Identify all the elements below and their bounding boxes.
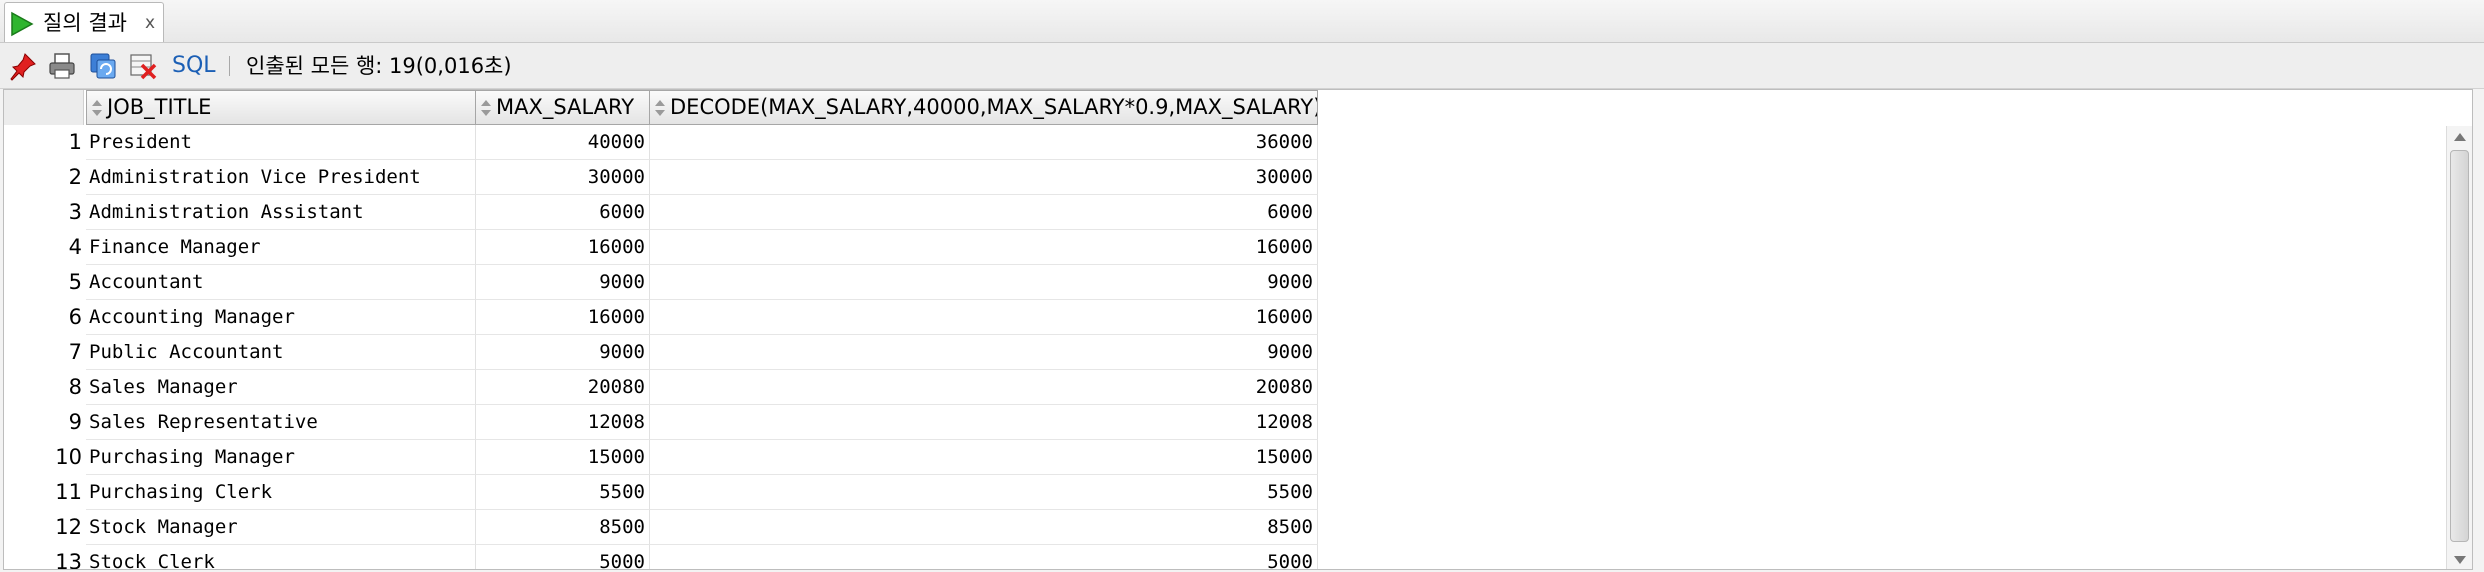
table-row[interactable]: 5 Accountant 9000 9000 — [4, 265, 1318, 300]
row-number: 13 — [55, 550, 82, 570]
cell-max-salary[interactable]: 40000 — [476, 125, 650, 160]
cell-job-title[interactable]: Accountant — [86, 265, 476, 300]
cell-decode[interactable]: 30000 — [650, 160, 1318, 195]
cell-decode[interactable]: 15000 — [650, 440, 1318, 475]
row-number: 5 — [68, 270, 82, 294]
column-header-job-title[interactable]: JOB_TITLE — [86, 90, 476, 125]
refresh-icon[interactable] — [88, 51, 118, 81]
cell-decode[interactable]: 36000 — [650, 125, 1318, 160]
cell-max-salary[interactable]: 8500 — [476, 510, 650, 545]
result-grid[interactable]: JOB_TITLE MAX_SALARY DECODE(MAX_SALARY,4… — [3, 89, 2473, 570]
tab-title: 질의 결과 — [43, 11, 127, 35]
row-number: 11 — [55, 480, 82, 504]
column-header-label: JOB_TITLE — [107, 95, 212, 119]
sort-icon — [481, 100, 491, 116]
row-number: 6 — [68, 305, 82, 329]
row-number: 3 — [68, 200, 82, 224]
cell-max-salary[interactable]: 9000 — [476, 265, 650, 300]
table-row[interactable]: 6 Accounting Manager 16000 16000 — [4, 300, 1318, 335]
cell-max-salary[interactable]: 9000 — [476, 335, 650, 370]
row-number-header — [4, 90, 84, 125]
close-icon[interactable]: x — [145, 9, 155, 37]
scroll-up-icon[interactable] — [2453, 132, 2467, 142]
cell-decode[interactable]: 9000 — [650, 265, 1318, 300]
row-number: 8 — [68, 375, 82, 399]
cell-decode[interactable]: 16000 — [650, 230, 1318, 265]
tab-bar: 질의 결과 x — [0, 0, 2484, 43]
column-header-max-salary[interactable]: MAX_SALARY — [476, 90, 650, 125]
row-number: 12 — [55, 515, 82, 539]
cell-max-salary[interactable]: 12008 — [476, 405, 650, 440]
grid-header: JOB_TITLE MAX_SALARY DECODE(MAX_SALARY,4… — [4, 90, 1318, 125]
vertical-scrollbar[interactable] — [2446, 126, 2472, 569]
toolbar-separator — [229, 56, 230, 76]
pin-icon[interactable] — [8, 51, 38, 81]
cell-decode[interactable]: 9000 — [650, 335, 1318, 370]
row-number: 4 — [68, 235, 82, 259]
cell-decode[interactable]: 12008 — [650, 405, 1318, 440]
table-row[interactable]: 3 Administration Assistant 6000 6000 — [4, 195, 1318, 230]
tab-query-result[interactable]: 질의 결과 x — [4, 2, 164, 42]
cell-job-title[interactable]: Accounting Manager — [86, 300, 476, 335]
cell-job-title[interactable]: Purchasing Manager — [86, 440, 476, 475]
cell-job-title[interactable]: Public Accountant — [86, 335, 476, 370]
table-row[interactable]: 1 President 40000 36000 — [4, 125, 1318, 160]
row-number: 9 — [68, 410, 82, 434]
fetch-status: 인출된 모든 행: 19(0,016초) — [246, 54, 512, 78]
scroll-down-icon[interactable] — [2453, 555, 2467, 565]
cell-decode[interactable]: 5000 — [650, 545, 1318, 569]
cell-max-salary[interactable]: 16000 — [476, 300, 650, 335]
cell-max-salary[interactable]: 6000 — [476, 195, 650, 230]
cell-decode[interactable]: 8500 — [650, 510, 1318, 545]
table-row[interactable]: 12 Stock Manager 8500 8500 — [4, 510, 1318, 545]
cell-max-salary[interactable]: 30000 — [476, 160, 650, 195]
sort-icon — [92, 100, 102, 116]
cell-job-title[interactable]: Sales Representative — [86, 405, 476, 440]
scrollbar-thumb[interactable] — [2450, 150, 2469, 542]
cell-job-title[interactable]: Stock Manager — [86, 510, 476, 545]
cell-job-title[interactable]: Purchasing Clerk — [86, 475, 476, 510]
column-header-label: MAX_SALARY — [496, 95, 635, 119]
run-icon — [11, 11, 34, 37]
table-row[interactable]: 4 Finance Manager 16000 16000 — [4, 230, 1318, 265]
cell-job-title[interactable]: President — [86, 125, 476, 160]
sort-icon — [655, 100, 665, 116]
row-number: 1 — [68, 130, 82, 154]
cell-job-title[interactable]: Administration Vice President — [86, 160, 476, 195]
table-row[interactable]: 11 Purchasing Clerk 5500 5500 — [4, 475, 1318, 510]
column-header-decode[interactable]: DECODE(MAX_SALARY,40000,MAX_SALARY*0.9,M… — [650, 90, 1318, 125]
cell-max-salary[interactable]: 5500 — [476, 475, 650, 510]
table-row[interactable]: 2 Administration Vice President 30000 30… — [4, 160, 1318, 195]
table-row[interactable]: 13 Stock Clerk 5000 5000 — [4, 545, 1318, 570]
row-number: 7 — [68, 340, 82, 364]
cell-max-salary[interactable]: 5000 — [476, 545, 650, 569]
row-number: 2 — [68, 165, 82, 189]
cell-decode[interactable]: 20080 — [650, 370, 1318, 405]
cell-job-title[interactable]: Finance Manager — [86, 230, 476, 265]
cell-max-salary[interactable]: 16000 — [476, 230, 650, 265]
table-row[interactable]: 9 Sales Representative 12008 12008 — [4, 405, 1318, 440]
result-toolbar: SQL 인출된 모든 행: 19(0,016초) — [0, 43, 2484, 89]
cell-max-salary[interactable]: 20080 — [476, 370, 650, 405]
cell-decode[interactable]: 16000 — [650, 300, 1318, 335]
delete-icon[interactable] — [128, 51, 158, 81]
cell-job-title[interactable]: Administration Assistant — [86, 195, 476, 230]
row-number: 10 — [55, 445, 82, 469]
cell-decode[interactable]: 5500 — [650, 475, 1318, 510]
print-icon[interactable] — [47, 51, 77, 81]
cell-decode[interactable]: 6000 — [650, 195, 1318, 230]
sql-link[interactable]: SQL — [172, 51, 216, 81]
cell-job-title[interactable]: Stock Clerk — [86, 545, 476, 569]
table-row[interactable]: 8 Sales Manager 20080 20080 — [4, 370, 1318, 405]
column-header-label: DECODE(MAX_SALARY,40000,MAX_SALARY*0.9,M… — [670, 95, 1318, 119]
cell-job-title[interactable]: Sales Manager — [86, 370, 476, 405]
table-row[interactable]: 10 Purchasing Manager 15000 15000 — [4, 440, 1318, 475]
cell-max-salary[interactable]: 15000 — [476, 440, 650, 475]
table-row[interactable]: 7 Public Accountant 9000 9000 — [4, 335, 1318, 370]
